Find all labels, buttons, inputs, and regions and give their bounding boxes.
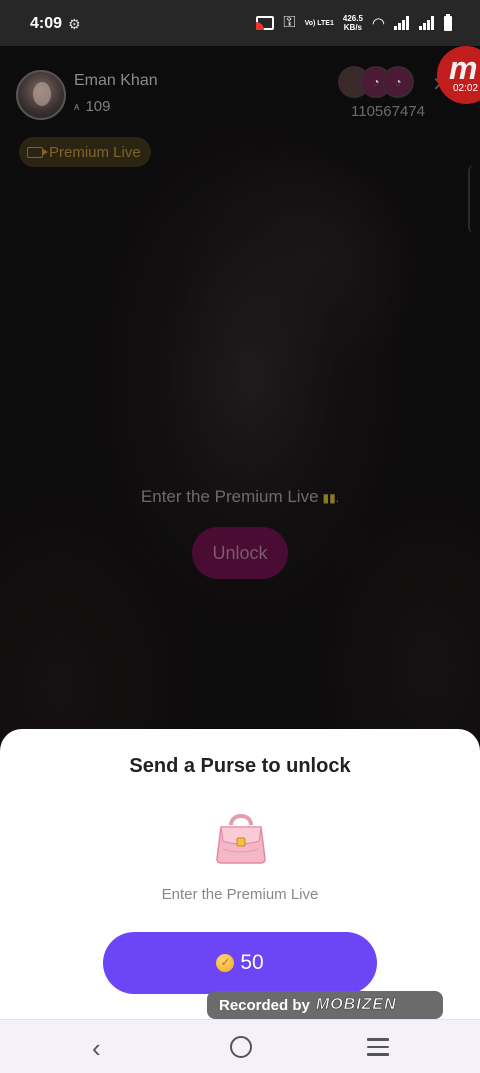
signal-icon (394, 16, 410, 30)
status-bar: 4:09 ⚙ ⚿ Vo) LTE1 426.5 KB/s ◠ (0, 0, 480, 46)
room-id: 110567474 (351, 103, 425, 120)
purse-icon (216, 814, 266, 864)
home-icon[interactable] (230, 1036, 252, 1058)
speed-value: 426.5 (342, 14, 363, 23)
status-icons: ⚿ Vo) LTE1 426.5 KB/s ◠ (256, 13, 452, 32)
network-speed: 426.5 KB/s (343, 14, 363, 32)
price-value: 50 (240, 951, 264, 974)
side-scroll-handle[interactable] (468, 165, 480, 233)
viewer-count: 109 (85, 98, 111, 115)
locked-message: Enter the Premium Live ▮▮. (0, 487, 480, 507)
coin-icon: ✓ (216, 954, 235, 972)
video-camera-icon (27, 146, 48, 158)
send-purse-button[interactable]: ✓ 50 (103, 932, 377, 994)
mobizen-m-icon: m (449, 50, 478, 86)
screen-cast-icon (256, 16, 275, 30)
volte-label: Vo) LTE1 (304, 19, 334, 27)
top-viewers[interactable]: ◔ ◔ (338, 66, 418, 100)
wifi-icon: ◠ (371, 15, 385, 32)
unlock-button[interactable]: Unlock (192, 527, 288, 579)
battery-icon (444, 13, 452, 31)
back-icon[interactable]: ‹ (92, 1033, 101, 1064)
viewer-avatar[interactable]: ◔ (382, 66, 414, 98)
locked-message-text: Enter the Premium Live (140, 487, 319, 506)
recorder-watermark: Recorded by MOBIZEN (207, 991, 443, 1019)
premium-live-badge: Premium Live (19, 137, 151, 167)
signal-icon-2 (419, 16, 435, 30)
watermark-prefix: Recorded by (219, 996, 310, 1014)
recording-timer: 02:02 (453, 83, 479, 94)
premium-badge-label: Premium Live (49, 143, 141, 161)
sheet-title: Send a Purse to unlock (129, 755, 351, 777)
mobizen-logo: MOBIZEN (315, 996, 397, 1014)
viewer-count-row: ᴀ 109 (74, 98, 111, 115)
sheet-subtitle: Enter the Premium Live (161, 886, 319, 903)
audio-bars-icon: ▮▮. (322, 491, 340, 505)
status-time: 4:09 (30, 15, 63, 32)
vpn-key-icon: ⚿ (283, 14, 296, 31)
system-nav-bar: ‹ (0, 1019, 480, 1073)
host-avatar[interactable] (16, 70, 66, 120)
person-icon: ᴀ (74, 100, 80, 113)
avatar-face (33, 82, 51, 106)
settings-gear-icon: ⚙ (68, 16, 81, 32)
recent-apps-icon[interactable] (367, 1038, 389, 1061)
host-name: Eman Khan (74, 72, 158, 89)
speed-unit: KB/s (343, 23, 362, 32)
